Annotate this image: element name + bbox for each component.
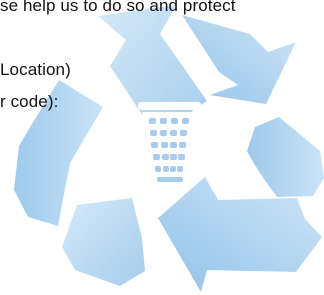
recycle-arrow-bottom-left — [62, 198, 145, 286]
wastebasket-icon — [138, 102, 201, 188]
recycle-arrow-right — [247, 117, 324, 197]
body-text-line-2: Location) — [0, 60, 71, 79]
body-text-line-1: se help us to do so and protect — [0, 0, 236, 15]
recycling-graphic — [14, 5, 324, 292]
body-text-line-3: r code): — [0, 92, 59, 111]
